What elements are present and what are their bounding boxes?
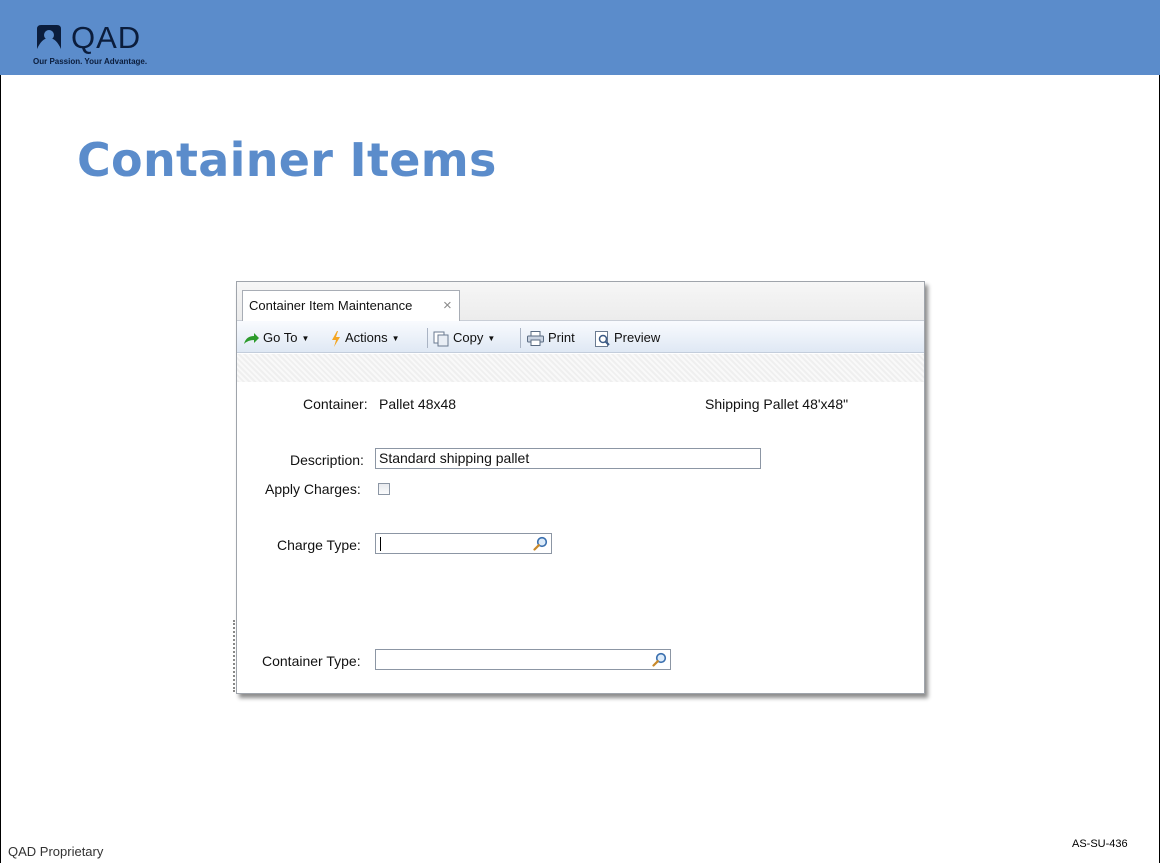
hatch-bar: [237, 354, 924, 382]
container-type-label: Container Type:: [262, 653, 361, 669]
copy-label: Copy: [453, 330, 484, 345]
preview-icon: [595, 330, 610, 347]
tab-close-icon[interactable]: ×: [443, 291, 452, 321]
preview-button[interactable]: Preview: [595, 329, 660, 347]
print-label: Print: [548, 330, 575, 345]
slide-number: AS-SU-436: [1072, 838, 1128, 850]
goto-label: Go To: [263, 330, 298, 345]
actions-dropdown-icon: ▼: [391, 333, 400, 343]
slide-title: Container Items: [77, 133, 497, 187]
print-button[interactable]: Print: [527, 329, 575, 347]
description-label: Description:: [290, 452, 364, 468]
tab-label: Container Item Maintenance: [249, 298, 413, 313]
charge-type-label: Charge Type:: [277, 537, 361, 553]
logo-text: QAD: [71, 20, 142, 55]
actions-label: Actions: [345, 330, 388, 345]
logo-mark-icon: [37, 25, 61, 49]
apply-charges-label: Apply Charges:: [265, 481, 361, 497]
text-caret: [380, 537, 381, 551]
toolbar: Go To ▼ Actions ▼ Copy ▼ Print Preview: [237, 321, 924, 353]
toolbar-separator: [520, 328, 521, 348]
tab-container-item-maintenance[interactable]: Container Item Maintenance ×: [242, 290, 460, 321]
container-value: Pallet 48x48: [379, 396, 457, 412]
container-type-field[interactable]: [375, 649, 671, 670]
charge-type-field[interactable]: [375, 533, 552, 554]
tab-strip: Container Item Maintenance ×: [237, 282, 924, 321]
actions-button[interactable]: Actions ▼: [331, 329, 400, 347]
description-field[interactable]: Standard shipping pallet: [375, 448, 761, 469]
container-description: Shipping Pallet 48'x48": [705, 396, 849, 412]
copy-icon: [433, 331, 449, 347]
preview-label: Preview: [614, 330, 661, 345]
apply-charges-checkbox[interactable]: [378, 483, 390, 495]
printer-icon: [527, 331, 544, 347]
charge-type-lookup-icon[interactable]: [533, 536, 548, 551]
header-band: QAD Our Passion. Your Advantage.: [0, 0, 1160, 75]
description-value: Standard shipping pallet: [379, 450, 530, 466]
logo-tagline: Our Passion. Your Advantage.: [33, 57, 148, 66]
container-label: Container:: [303, 396, 368, 412]
app-window: Container Item Maintenance × Go To ▼ Acti…: [233, 281, 925, 694]
goto-dropdown-icon: ▼: [301, 333, 310, 343]
goto-arrow-icon: [244, 332, 259, 344]
toolbar-separator: [427, 328, 428, 348]
copy-button[interactable]: Copy ▼: [433, 329, 495, 347]
copy-dropdown-icon: ▼: [487, 333, 496, 343]
container-type-lookup-icon[interactable]: [652, 652, 667, 667]
footer-proprietary: QAD Proprietary: [8, 844, 104, 859]
actions-lightning-icon: [332, 330, 340, 347]
resize-grip[interactable]: [233, 620, 235, 692]
goto-button[interactable]: Go To ▼: [243, 329, 309, 347]
